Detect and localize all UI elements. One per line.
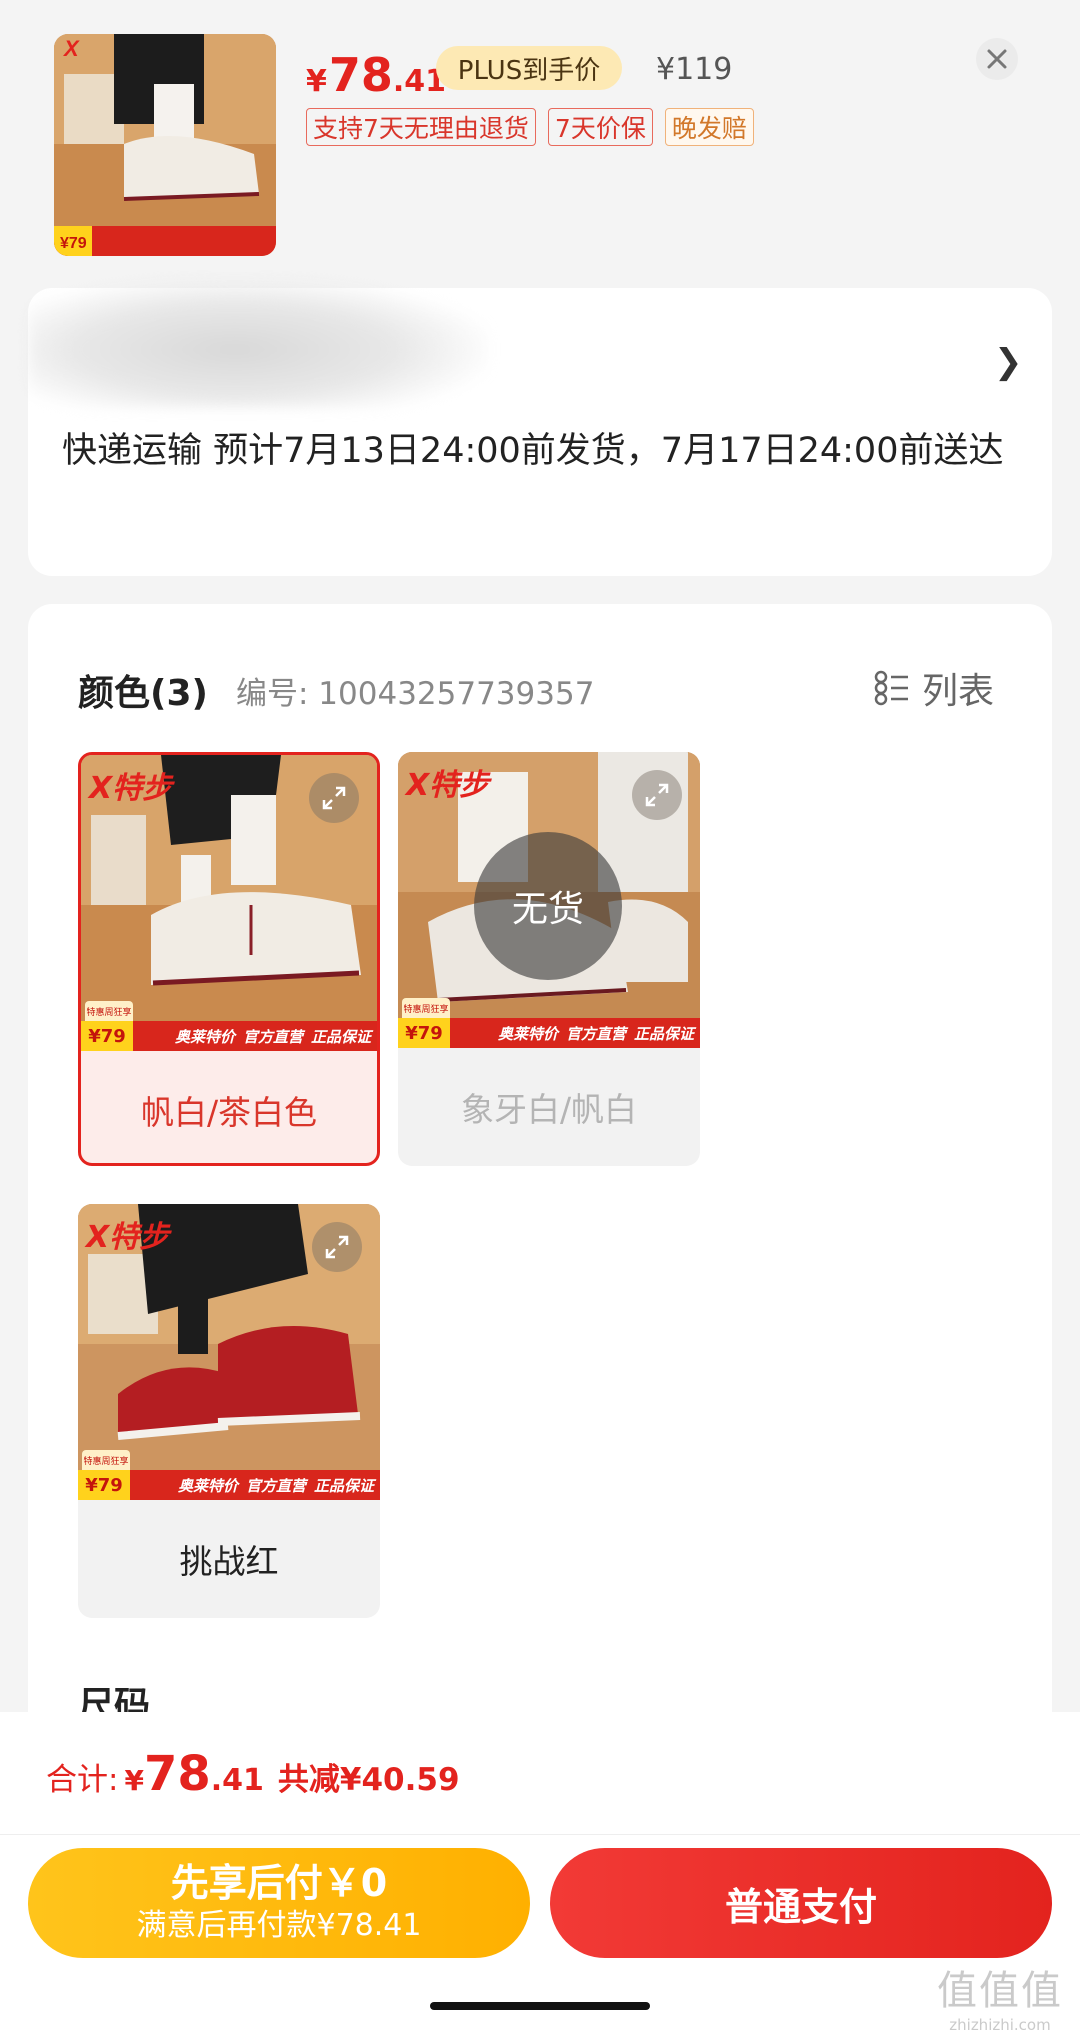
list-view-toggle[interactable]: 列表	[874, 662, 994, 714]
watermark-glyphs: 值值值	[937, 1968, 1063, 2014]
total-decimal: .41	[210, 1763, 264, 1798]
plus-price-badge: PLUS到手价	[436, 46, 622, 90]
pay-later-title: 先享后付￥0	[170, 1861, 388, 1905]
pay-later-button[interactable]: 先享后付￥0 满意后再付款¥78.41	[28, 1848, 530, 1958]
total-integer: 78	[143, 1746, 211, 1802]
checkout-bar: 合计: ¥ 78 .41 共减¥40.59 先享后付￥0 满意后再付款¥78.4…	[0, 1712, 1080, 2038]
total-discount: 共减¥40.59	[277, 1762, 460, 1798]
product-summary: ¥79 X ¥ 78 .41 PLUS到手价 ¥119 支持7天无理由退货 7天…	[0, 0, 1080, 280]
promo-item: 正品保证	[313, 1476, 374, 1495]
color-option-fanbai-chabai[interactable]: X特步 特惠周狂享 奥莱特价 官方直营 正品保证 ¥79 帆白/茶白色	[78, 752, 380, 1166]
delivery-estimate: 快递运输 预计7月13日24:00前发货，7月17日24:00前送达	[62, 431, 1004, 471]
promo-item: 官方直营	[565, 1024, 626, 1043]
color-option-label: 象牙白/帆白	[460, 1090, 638, 1129]
home-indicator	[430, 2002, 650, 2010]
expand-icon[interactable]	[312, 1222, 362, 1272]
service-tags: 支持7天无理由退货 7天价保 晚发赔	[306, 108, 754, 146]
color-section-title: 颜色(3)	[78, 673, 208, 714]
promo-item: 奥莱特价	[497, 1024, 558, 1043]
promo-item: 官方直营	[242, 1027, 303, 1046]
soldout-badge: 无货	[474, 832, 622, 980]
delivery-card[interactable]: ❯ 快递运输 预计7月13日24:00前发货，7月17日24:00前送达	[28, 278, 1052, 576]
original-price: ¥119	[656, 52, 733, 87]
normal-pay-button[interactable]: 普通支付	[550, 1848, 1052, 1958]
color-option-image: X特步 特惠周狂享 奥莱特价 官方直营 正品保证 ¥79	[81, 755, 377, 1051]
promo-item: 奥莱特价	[174, 1027, 235, 1046]
expand-icon[interactable]	[309, 773, 359, 823]
promo-price: ¥79	[398, 1018, 450, 1048]
brand-logo: X特步	[406, 768, 490, 803]
close-icon	[987, 49, 1007, 69]
total-label: 合计:	[46, 1762, 119, 1798]
promo-item: 奥莱特价	[177, 1476, 238, 1495]
promo-item: 正品保证	[633, 1024, 694, 1043]
price-integer: 78	[328, 48, 393, 102]
promo-gift-label: 特惠周狂享	[82, 1450, 130, 1470]
divider	[0, 1834, 1080, 1835]
brand-logo: X特步	[89, 771, 173, 806]
address-blurred	[28, 278, 488, 408]
promo-price: ¥79	[81, 1021, 133, 1051]
chevron-right-icon[interactable]: ❯	[994, 342, 1023, 382]
total-currency: ¥	[124, 1764, 144, 1797]
order-total: 合计: ¥ 78 .41 共减¥40.59	[46, 1746, 460, 1802]
brand-logo: X特步	[86, 1220, 170, 1255]
color-option-label: 挑战红	[179, 1542, 279, 1581]
promo-price: ¥79	[78, 1470, 130, 1500]
product-thumbnail: ¥79 X	[54, 34, 276, 256]
promo-item: 官方直营	[245, 1476, 306, 1495]
tag-late-compensation: 晚发赔	[664, 108, 754, 146]
pay-later-subtitle: 满意后再付款¥78.41	[136, 1908, 422, 1943]
expand-icon[interactable]	[632, 770, 682, 820]
color-option-xiangyabai-fanbai[interactable]: X特步 特惠周狂享 奥莱特价 官方直营 正品保证 ¥79 无货 象牙白/帆白	[398, 752, 700, 1166]
color-option-image: X特步 特惠周狂享 奥莱特价 官方直营 正品保证 ¥79 无货	[398, 752, 700, 1048]
watermark-site: zhizhizhi.com	[949, 2016, 1051, 2034]
list-icon	[874, 670, 908, 706]
svg-text:X: X	[62, 36, 80, 61]
color-option-tiaozhanhong[interactable]: X特步 特惠周狂享 奥莱特价 官方直营 正品保证 ¥79 挑战红	[78, 1204, 380, 1618]
svg-text:¥79: ¥79	[60, 235, 87, 252]
promo-item: 正品保证	[310, 1027, 371, 1046]
promo-gift-label: 特惠周狂享	[402, 998, 450, 1018]
promo-gift-label: 特惠周狂享	[85, 1001, 133, 1021]
color-option-image: X特步 特惠周狂享 奥莱特价 官方直营 正品保证 ¥79	[78, 1204, 380, 1500]
sku-number: 编号: 10043257739357	[236, 676, 595, 712]
current-price: ¥ 78 .41	[306, 40, 446, 102]
list-toggle-label: 列表	[922, 671, 995, 712]
color-option-label: 帆白/茶白色	[140, 1093, 318, 1132]
tag-return: 支持7天无理由退货	[306, 108, 536, 146]
tag-price-protect: 7天价保	[547, 108, 653, 146]
price-currency: ¥	[306, 64, 327, 99]
close-button[interactable]	[976, 38, 1018, 80]
watermark: 值值值 zhizhizhi.com	[928, 1958, 1072, 2034]
